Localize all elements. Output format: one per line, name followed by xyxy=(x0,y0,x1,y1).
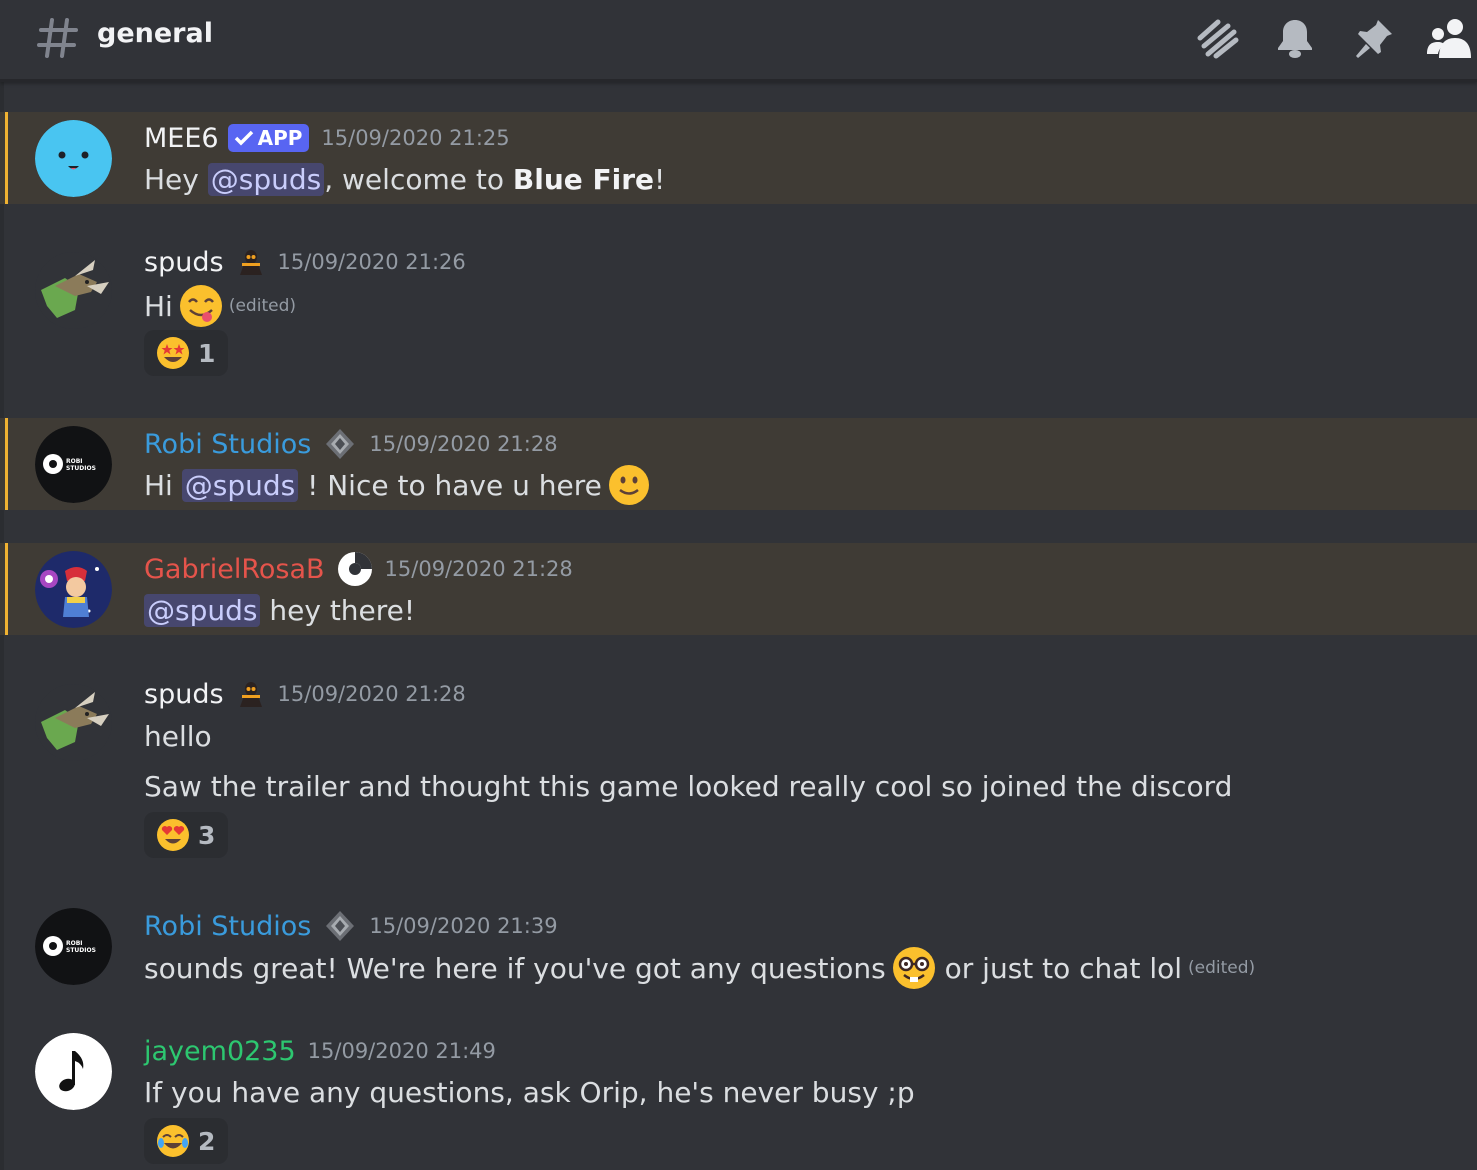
reaction-count: 3 xyxy=(198,820,216,850)
edited-label: (edited) xyxy=(1188,958,1256,978)
username[interactable]: MEE6 xyxy=(144,123,219,154)
message-text: Hi xyxy=(144,289,173,323)
message-text: or just to chat lol xyxy=(935,951,1183,985)
robi-logo-text: ROBI xyxy=(66,458,83,465)
avatar[interactable] xyxy=(35,551,112,628)
timestamp: 15/09/2020 21:28 xyxy=(384,557,573,581)
channel-name: general xyxy=(97,18,213,49)
message-jayem: jayem0235 15/09/2020 21:49 If you have a… xyxy=(0,1020,1477,1170)
message-gabriel: GabrielRosaB 15/09/2020 21:28 @spuds hey… xyxy=(0,543,1477,635)
joy-emoji-icon xyxy=(157,1125,189,1157)
message-text: hello xyxy=(144,719,212,753)
robi-logo-text: STUDIOS xyxy=(66,947,96,954)
message-text: Saw the trailer and thought this game lo… xyxy=(144,769,1233,803)
hash-icon xyxy=(37,18,78,58)
timestamp: 15/09/2020 21:26 xyxy=(277,250,466,274)
username[interactable]: spuds xyxy=(144,679,224,710)
message-text: Hey xyxy=(144,162,208,196)
channel-header: general xyxy=(0,0,1477,82)
timestamp: 15/09/2020 21:39 xyxy=(369,914,558,938)
message-robi-2: ROBI STUDIOS Robi Studios 15/09/2020 21:… xyxy=(0,895,1477,1005)
gem-role-icon xyxy=(326,911,355,941)
role-icon xyxy=(239,682,262,707)
avatar[interactable] xyxy=(35,1033,112,1110)
message-text: ! xyxy=(654,162,666,196)
user-mention[interactable]: @spuds xyxy=(144,593,261,627)
threads-icon[interactable] xyxy=(1192,14,1240,62)
username[interactable]: jayem0235 xyxy=(144,1036,296,1067)
smile-emoji-icon xyxy=(608,465,649,505)
username[interactable]: spuds xyxy=(144,247,224,278)
timestamp: 15/09/2020 21:49 xyxy=(307,1039,496,1063)
timestamp: 15/09/2020 21:28 xyxy=(277,682,466,706)
checkmark-icon xyxy=(234,130,253,146)
username[interactable]: Robi Studios xyxy=(144,911,311,942)
user-mention[interactable]: @spuds xyxy=(181,468,299,502)
bell-icon[interactable] xyxy=(1271,14,1319,62)
message-text: ! Nice to have u here xyxy=(298,468,602,502)
message-robi-1: ROBI STUDIOS Robi Studios 15/09/2020 21:… xyxy=(0,418,1477,510)
robi-role-icon xyxy=(337,552,372,586)
reaction-count: 1 xyxy=(198,338,216,368)
avatar[interactable] xyxy=(35,252,112,329)
message-text: If you have any questions, ask Orip, he'… xyxy=(144,1075,915,1109)
pin-icon[interactable] xyxy=(1350,14,1398,62)
members-icon[interactable] xyxy=(1425,14,1473,62)
timestamp: 15/09/2020 21:25 xyxy=(321,126,510,150)
avatar[interactable] xyxy=(35,684,112,761)
message-spuds-2: spuds 15/09/2020 21:28 hello Saw the tra… xyxy=(0,660,1477,870)
message-mee6: MEE6 APP 15/09/2020 21:25 Hey @spuds , w… xyxy=(0,112,1477,204)
app-badge-label: APP xyxy=(257,126,303,150)
message-text: , welcome to xyxy=(324,162,513,196)
star-struck-emoji-icon xyxy=(157,337,189,369)
nerd-emoji-icon xyxy=(892,947,935,989)
reaction-heart-eyes[interactable]: 3 xyxy=(144,812,228,858)
timestamp: 15/09/2020 21:28 xyxy=(369,432,558,456)
username[interactable]: GabrielRosaB xyxy=(144,554,325,585)
user-mention[interactable]: @spuds xyxy=(207,162,325,196)
message-spuds-1: spuds 15/09/2020 21:26 Hi (edited) 1 xyxy=(0,228,1477,388)
server-name: Blue Fire xyxy=(512,162,655,196)
message-text: sounds great! We're here if you've got a… xyxy=(144,951,886,985)
yum-emoji-icon xyxy=(179,285,222,327)
reaction-count: 2 xyxy=(198,1126,216,1156)
app-badge: APP xyxy=(227,124,310,152)
robi-logo-text: ROBI xyxy=(66,940,83,947)
edited-label: (edited) xyxy=(228,296,296,316)
gem-role-icon xyxy=(326,429,355,459)
reaction-star-struck[interactable]: 1 xyxy=(144,330,228,376)
message-text: Hi xyxy=(144,468,182,502)
avatar[interactable] xyxy=(35,120,112,197)
avatar[interactable]: ROBI STUDIOS xyxy=(35,426,112,503)
message-text: hey there! xyxy=(260,593,416,627)
reaction-joy[interactable]: 2 xyxy=(144,1118,228,1164)
avatar[interactable]: ROBI STUDIOS xyxy=(35,908,112,985)
heart-eyes-emoji-icon xyxy=(157,819,189,851)
role-icon xyxy=(239,250,262,275)
username[interactable]: Robi Studios xyxy=(144,429,311,460)
robi-logo-text: STUDIOS xyxy=(66,465,96,472)
